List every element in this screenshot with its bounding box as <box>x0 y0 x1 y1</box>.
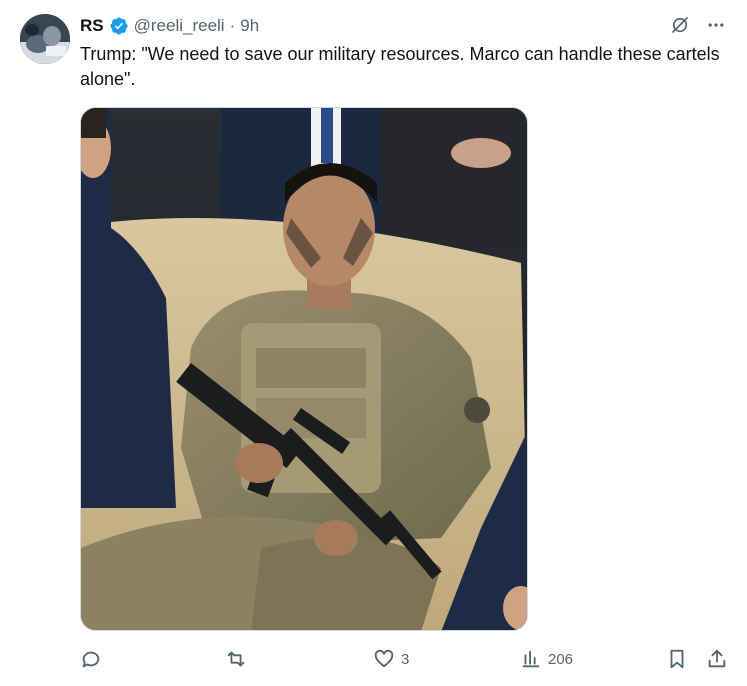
like-button[interactable]: 3 <box>373 646 409 672</box>
timestamp[interactable]: 9h <box>240 16 259 36</box>
action-bar: 3 206 <box>80 646 730 672</box>
views-icon <box>520 648 542 670</box>
share-icon <box>706 648 728 670</box>
author-name[interactable]: RS <box>80 16 104 36</box>
author-handle[interactable]: @reeli_reeli <box>134 16 225 36</box>
separator: · <box>229 16 236 35</box>
bookmark-icon <box>666 648 688 670</box>
repost-icon <box>225 648 247 670</box>
avatar[interactable] <box>20 14 70 64</box>
repost-button[interactable] <box>225 646 253 672</box>
top-actions <box>669 14 727 36</box>
heart-icon <box>373 648 395 670</box>
grok-icon[interactable] <box>669 14 691 36</box>
tweet-header: RS @reeli_reeli · 9h <box>80 14 259 38</box>
tweet-image[interactable] <box>80 107 528 631</box>
reply-icon <box>80 648 102 670</box>
view-count: 206 <box>548 650 574 668</box>
bookmark-button[interactable] <box>666 646 688 672</box>
verified-badge-icon <box>109 16 129 36</box>
share-button[interactable] <box>706 646 728 672</box>
views-button[interactable]: 206 <box>520 646 573 672</box>
more-icon[interactable] <box>705 14 727 36</box>
reply-button[interactable] <box>80 646 108 672</box>
tweet[interactable]: RS @reeli_reeli · 9h Trump: "We need to … <box>0 0 747 686</box>
tweet-text: Trump: "We need to save our military res… <box>80 44 720 89</box>
like-count: 3 <box>401 650 410 668</box>
